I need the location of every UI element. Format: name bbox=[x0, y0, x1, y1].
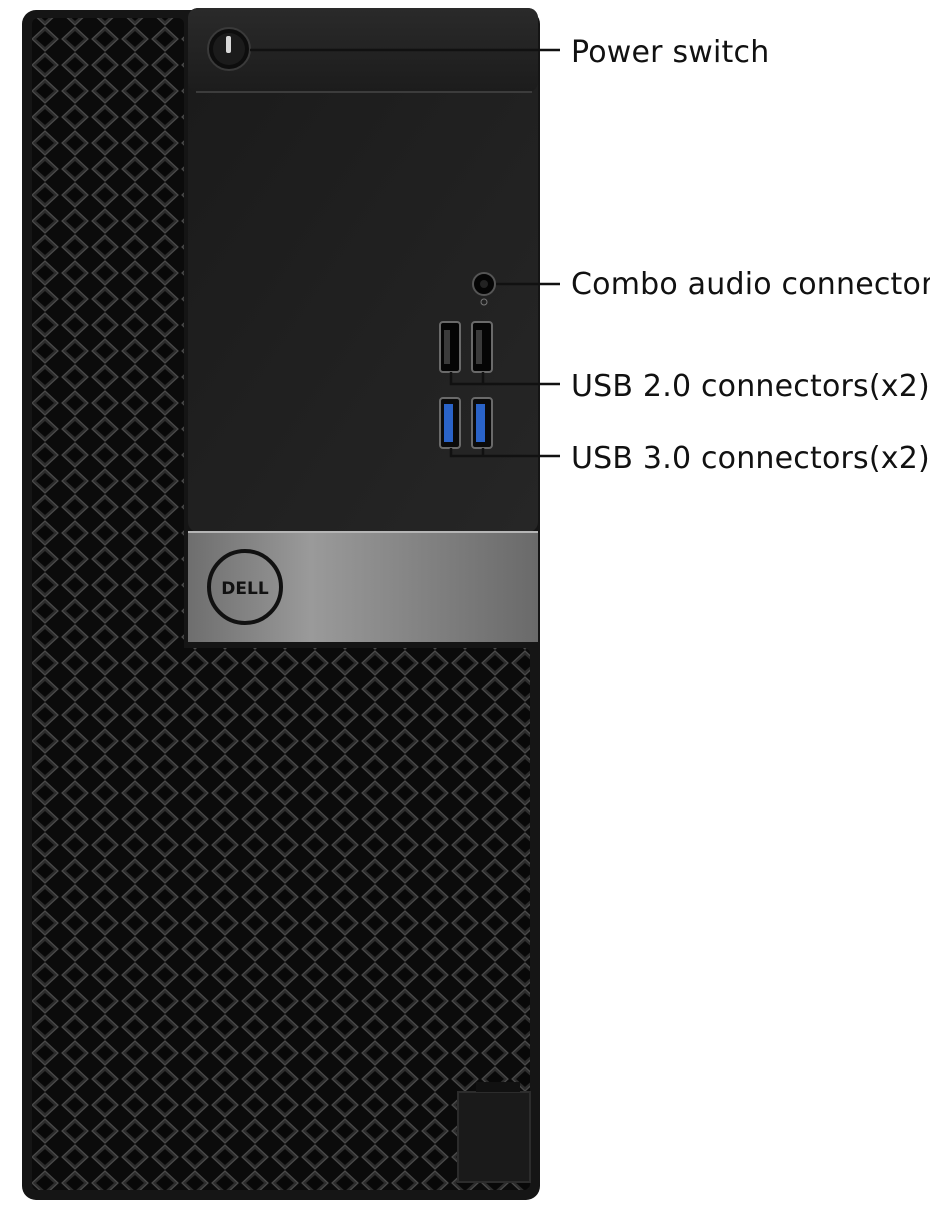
usb3-port-icon[interactable] bbox=[439, 397, 461, 449]
tower-illustration: DELL bbox=[22, 8, 560, 1200]
usb2-port-icon[interactable] bbox=[471, 321, 493, 373]
bottom-slot bbox=[457, 1091, 531, 1183]
callout-label-combo-audio: Combo audio connector bbox=[571, 267, 930, 302]
callout-label-power-switch: Power switch bbox=[571, 35, 770, 70]
callout-label-usb2: USB 2.0 connectors(x2) bbox=[571, 369, 930, 404]
power-button-icon[interactable] bbox=[207, 27, 251, 71]
usb3-port-icon[interactable] bbox=[471, 397, 493, 449]
product-diagram: DELL Power switch Combo audio connector … bbox=[0, 0, 930, 1228]
mesh-grille-bottom bbox=[32, 648, 530, 1190]
svg-text:DELL: DELL bbox=[221, 579, 269, 599]
usb2-port-icon[interactable] bbox=[439, 321, 461, 373]
callout-label-usb3: USB 3.0 connectors(x2) bbox=[571, 441, 930, 476]
